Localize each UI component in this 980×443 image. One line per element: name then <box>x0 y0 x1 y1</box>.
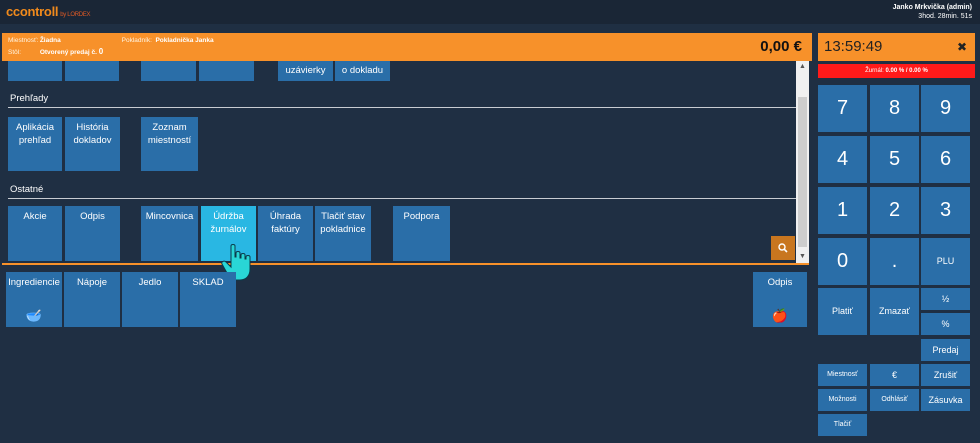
category-label: Jedlo <box>138 277 162 288</box>
key-decimal[interactable]: . <box>870 238 919 285</box>
tile-akcie[interactable]: Akcie <box>8 206 62 261</box>
close-icon[interactable]: ✖ <box>957 33 967 61</box>
category-ingrediencie[interactable]: Ingrediencie 🥣 <box>6 272 62 327</box>
section-divider <box>8 198 797 199</box>
pay-button[interactable]: Platiť <box>818 288 867 335</box>
tile-o-dokladu[interactable]: o dokladu <box>335 61 390 81</box>
stol-label: Stôl: <box>8 49 22 56</box>
miestnost-value: Žiadna <box>39 37 61 44</box>
bowl-icon: 🥣 <box>25 308 43 323</box>
logout-button[interactable]: Odhlásiť <box>870 389 919 411</box>
tile-mincovnica[interactable]: Mincovnica <box>141 206 198 261</box>
miestnost-label: Miestnosť: <box>8 37 39 44</box>
pokladnik-label: Pokladník: <box>121 37 152 44</box>
function-panel: uzávierky o dokladu Prehľady Aplikácia p… <box>2 61 809 263</box>
cancel-button[interactable]: Zrušiť <box>921 364 970 386</box>
session-time: 3hod. 28min. 51s <box>918 13 972 20</box>
tile-top-2[interactable] <box>65 61 119 81</box>
tile-aplikacia-prehlad[interactable]: Aplikácia prehľad <box>8 117 62 171</box>
key-0[interactable]: 0 <box>818 238 867 285</box>
category-label: Odpis <box>767 277 793 288</box>
room-button[interactable]: Miestnosť <box>818 364 867 386</box>
scroll-thumb[interactable] <box>798 97 807 247</box>
section-title-ostatne: Ostatné <box>10 184 44 195</box>
section-divider <box>8 107 797 108</box>
tile-odpis[interactable]: Odpis <box>65 206 120 261</box>
tile-tlacit-stav-pokladnice[interactable]: Tlačiť stav pokladnice <box>315 206 371 261</box>
category-jedlo[interactable]: Jedlo <box>122 272 178 327</box>
key-8[interactable]: 8 <box>870 85 919 132</box>
tile-top-1[interactable] <box>8 61 62 81</box>
key-plu[interactable]: PLU <box>921 238 970 285</box>
key-7[interactable]: 7 <box>818 85 867 132</box>
drawer-button[interactable]: Zásuvka <box>921 389 970 411</box>
top-bar: ccontroll by LORDEX Janko Mrkvička (admin… <box>0 0 980 24</box>
key-1[interactable]: 1 <box>818 187 867 234</box>
stol-value: Otvorený predaj č. <box>39 49 97 56</box>
options-button[interactable]: Možnosti <box>818 389 867 411</box>
tile-zoznam-miestnosti[interactable]: Zoznam miestností <box>141 117 198 171</box>
tile-uhrada-faktury[interactable]: Úhrada faktúry <box>258 206 313 261</box>
scroll-up-icon[interactable]: ▲ <box>798 62 807 72</box>
sale-button[interactable]: Predaj <box>921 339 970 361</box>
category-sklad[interactable]: SKLAD <box>180 272 236 327</box>
search-icon <box>778 243 788 253</box>
category-label: Nápoje <box>76 277 108 288</box>
clock-bar: 13:59:49 ✖ <box>818 33 975 61</box>
user-name: Janko Mrkvička (admin) <box>892 4 972 11</box>
key-3[interactable]: 3 <box>921 187 970 234</box>
pokladnik-value: Pokladnička Janka <box>155 37 214 44</box>
key-4[interactable]: 4 <box>818 136 867 183</box>
half-button[interactable]: ½ <box>921 288 970 310</box>
brand-logo: ccontroll by LORDEX <box>6 4 91 19</box>
panel-scrollbar[interactable]: ▲ ▼ <box>796 61 809 263</box>
panel-separator <box>2 263 809 265</box>
print-button[interactable]: Tlačiť <box>818 414 867 436</box>
key-2[interactable]: 2 <box>870 187 919 234</box>
category-label: Ingrediencie <box>8 277 60 288</box>
tile-podpora[interactable]: Podpora <box>393 206 450 261</box>
key-6[interactable]: 6 <box>921 136 970 183</box>
zurnal-status: Žurnál: 0.00 % / 0.00 % <box>818 64 975 78</box>
tile-top-4[interactable] <box>199 61 254 81</box>
scroll-down-icon[interactable]: ▼ <box>798 252 807 262</box>
tile-historia-dokladov[interactable]: História dokladov <box>65 117 120 171</box>
stol-number: 0 <box>98 47 104 56</box>
category-odpis[interactable]: Odpis 🍎 <box>753 272 807 327</box>
key-5[interactable]: 5 <box>870 136 919 183</box>
section-title-prehlady: Prehľady <box>10 93 49 104</box>
tile-uzavierky[interactable]: uzávierky <box>278 61 333 81</box>
odpis-icon: 🍎 <box>771 308 789 323</box>
percent-button[interactable]: % <box>921 313 970 335</box>
category-napoje[interactable]: Nápoje <box>64 272 120 327</box>
search-button[interactable] <box>771 236 795 260</box>
euro-button[interactable]: € <box>870 364 919 386</box>
delete-button[interactable]: Zmazať <box>870 288 919 335</box>
order-info-bar: Miestnosť: Žiadna Pokladník: Pokladnička… <box>2 33 812 61</box>
order-total: 0,00 € <box>760 38 802 55</box>
key-9[interactable]: 9 <box>921 85 970 132</box>
tile-top-3[interactable] <box>141 61 196 81</box>
category-label: SKLAD <box>192 277 224 288</box>
clock-time: 13:59:49 <box>824 38 883 55</box>
user-info: Janko Mrkvička (admin) 3hod. 28min. 51s <box>893 3 972 21</box>
